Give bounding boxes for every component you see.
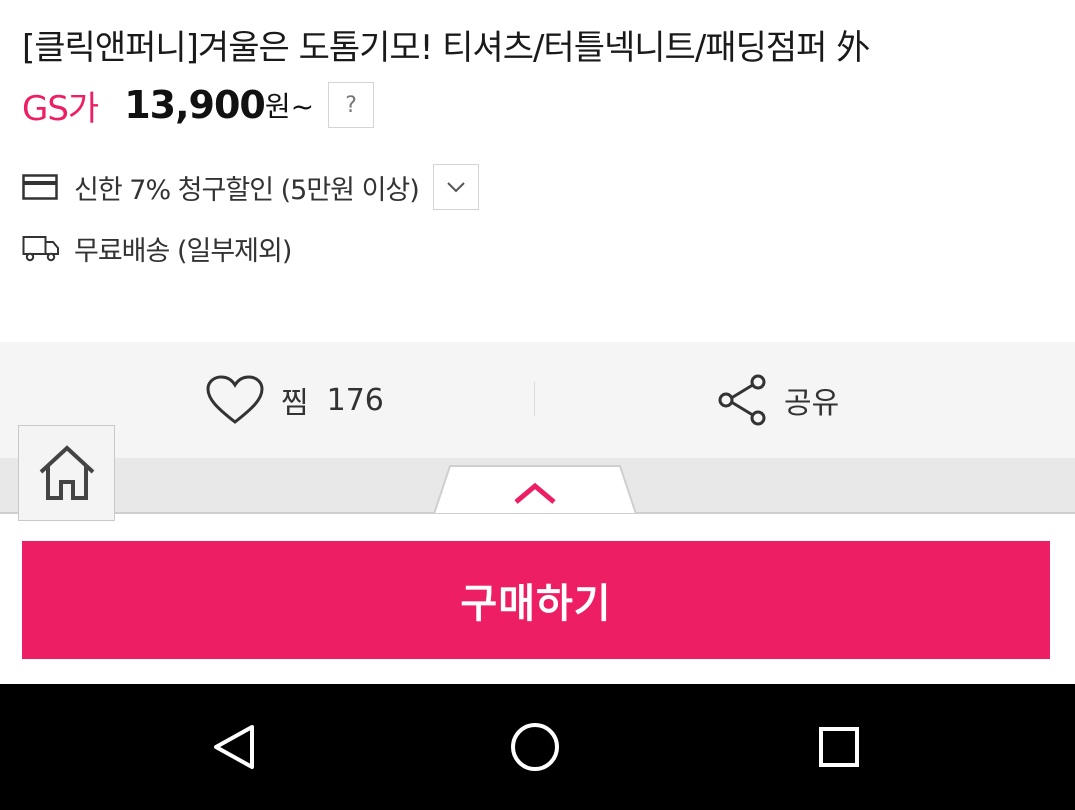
card-discount-row: 신한 7% 청구할인 (5만원 이상) bbox=[22, 162, 479, 212]
home-button[interactable] bbox=[18, 425, 115, 521]
nav-back-button[interactable] bbox=[200, 714, 266, 780]
product-purchase-screen: [클릭앤퍼니]겨울은 도톰기모! 티셔츠/터틀넥니트/패딩점퍼 外 GS가 13… bbox=[0, 0, 1075, 810]
chevron-down-icon bbox=[447, 182, 465, 193]
heart-icon bbox=[206, 375, 264, 424]
shipping-row: 무료배송 (일부제외) bbox=[22, 226, 292, 270]
back-triangle-icon bbox=[214, 725, 254, 769]
price-unit: 원~ bbox=[264, 90, 315, 123]
price-value: 13,900 bbox=[124, 83, 266, 127]
product-title: [클릭앤퍼니]겨울은 도톰기모! 티셔츠/터틀넥니트/패딩점퍼 外 bbox=[22, 28, 870, 68]
recents-square-icon bbox=[819, 727, 859, 767]
action-bar: 찜 176 공유 bbox=[0, 342, 1075, 458]
wish-label: 찜 bbox=[281, 386, 309, 421]
price-row: GS가 13,900 원~ ? bbox=[22, 80, 375, 130]
share-label: 공유 bbox=[784, 386, 840, 421]
price-label: GS가 bbox=[22, 88, 99, 129]
action-divider bbox=[534, 382, 535, 416]
wish-button[interactable]: 찜 176 bbox=[205, 372, 384, 428]
share-button[interactable]: 공유 bbox=[716, 372, 839, 428]
android-nav-bar bbox=[0, 684, 1075, 810]
credit-card-icon bbox=[22, 172, 62, 202]
home-circle-icon bbox=[511, 723, 559, 771]
nav-home-button[interactable] bbox=[502, 714, 568, 780]
truck-icon bbox=[22, 233, 62, 263]
card-discount-text: 신한 7% 청구할인 (5만원 이상) bbox=[74, 174, 420, 206]
shipping-text: 무료배송 (일부제외) bbox=[74, 235, 292, 267]
price-help-button[interactable]: ? bbox=[328, 82, 375, 128]
nav-recents-button[interactable] bbox=[806, 714, 872, 780]
home-icon bbox=[39, 445, 94, 500]
drawer-expand-handle[interactable] bbox=[432, 464, 638, 515]
share-icon bbox=[718, 374, 766, 426]
discount-dropdown-button[interactable] bbox=[432, 164, 479, 210]
wish-count: 176 bbox=[326, 382, 384, 418]
buy-button[interactable]: 구매하기 bbox=[22, 541, 1050, 659]
